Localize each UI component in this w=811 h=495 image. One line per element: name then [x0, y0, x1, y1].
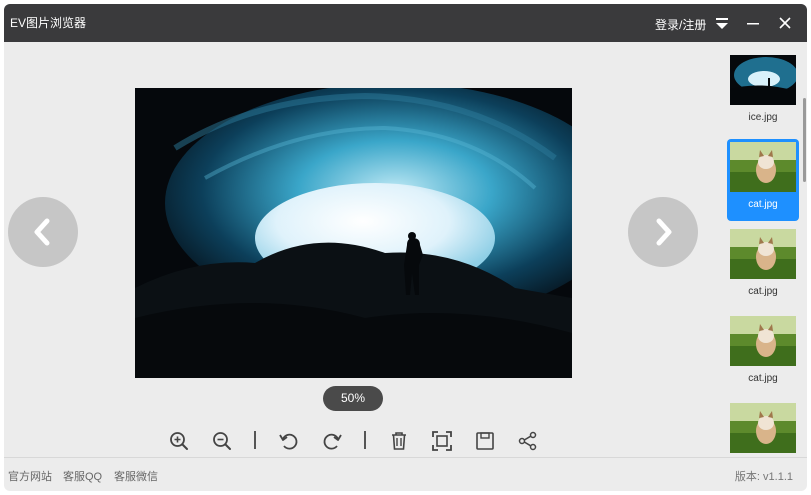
delete-icon — [392, 432, 406, 450]
previous-image-button[interactable] — [8, 197, 78, 267]
toolbar-separator — [364, 431, 366, 449]
thumbnail-image — [730, 142, 796, 192]
thumbnail-filename: cat.jpg — [748, 373, 778, 384]
thumbnail-item[interactable]: ice.jpg — [727, 52, 799, 134]
thumbnail-panel[interactable]: ice.jpg cat.jpg cat.jpg cat.jpg — [719, 42, 807, 457]
fit-screen-icon — [432, 431, 452, 451]
app-window: EV图片浏览器 登录/注册 50% ice.jpg cat.jpg cat.jp… — [4, 4, 807, 491]
save-icon — [476, 432, 494, 450]
thumbnail-image — [730, 316, 796, 366]
toolbar-separator — [254, 431, 256, 449]
app-title: EV图片浏览器 — [10, 16, 87, 30]
zoom-out-button[interactable] — [211, 430, 233, 452]
zoom-in-button[interactable] — [168, 430, 190, 452]
thumbnail-item-selected[interactable]: cat.jpg — [727, 139, 799, 221]
save-button[interactable] — [474, 430, 496, 452]
delete-button[interactable] — [388, 430, 410, 452]
thumbnail-scrollbar[interactable] — [803, 98, 806, 182]
thumbnail-image — [730, 229, 796, 279]
chevron-right-icon — [656, 218, 672, 246]
close-icon[interactable] — [777, 15, 793, 31]
cat-thumbnail-picture — [730, 403, 796, 453]
thumbnail-image — [730, 55, 796, 105]
version-label: 版本: v1.1.1 — [734, 471, 793, 483]
thumbnail-filename: ice.jpg — [748, 112, 778, 123]
login-register-link[interactable]: 登录/注册 — [655, 16, 706, 33]
zoom-out-icon — [213, 432, 231, 450]
main-image — [135, 88, 572, 378]
support-qq-link[interactable]: 客服QQ — [63, 468, 102, 484]
footer: 官方网站 客服QQ 客服微信 版本: v1.1.1 — [4, 457, 807, 491]
cat-thumbnail-picture — [730, 316, 796, 366]
thumbnail-item[interactable]: cat.jpg — [727, 226, 799, 308]
ice-cave-picture — [135, 88, 572, 378]
menu-dropdown-icon[interactable] — [714, 17, 730, 31]
image-toolbar — [4, 426, 719, 456]
cat-thumbnail-picture — [730, 229, 796, 279]
zoom-level-indicator: 50% — [323, 386, 383, 411]
next-image-button[interactable] — [628, 197, 698, 267]
zoom-in-icon — [170, 432, 188, 450]
rotate-right-icon — [323, 433, 342, 450]
official-website-link[interactable]: 官方网站 — [8, 468, 52, 484]
cat-thumbnail-picture — [730, 142, 796, 192]
chevron-left-icon — [34, 218, 50, 246]
support-wechat-link[interactable]: 客服微信 — [114, 468, 158, 484]
share-button[interactable] — [517, 430, 539, 452]
rotate-left-button[interactable] — [278, 430, 300, 452]
thumbnail-filename: cat.jpg — [748, 286, 778, 297]
thumbnail-item[interactable]: cat.jpg — [727, 313, 799, 395]
minimize-icon[interactable] — [745, 16, 761, 30]
rotate-left-icon — [279, 433, 298, 450]
thumbnail-item[interactable] — [727, 400, 799, 457]
rotate-right-button[interactable] — [321, 430, 343, 452]
image-viewer: 50% — [4, 42, 719, 457]
title-bar: EV图片浏览器 登录/注册 — [4, 4, 807, 42]
thumbnail-image — [730, 403, 796, 453]
ice-thumbnail-picture — [730, 55, 796, 105]
fit-screen-button[interactable] — [431, 430, 453, 452]
share-icon — [518, 431, 537, 451]
thumbnail-filename: cat.jpg — [748, 199, 778, 210]
